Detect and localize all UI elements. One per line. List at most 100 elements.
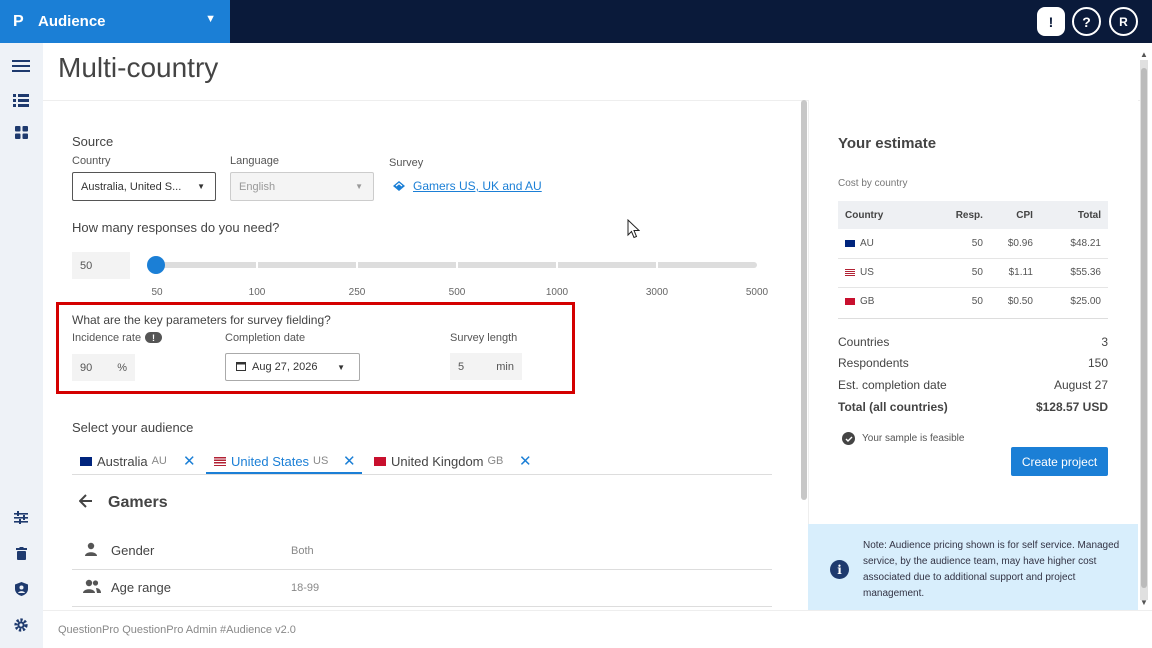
language-select[interactable]: English ▼ [230, 172, 374, 201]
attribute-name: Age range [111, 580, 171, 595]
responses-slider-thumb[interactable] [147, 256, 165, 274]
scrollbar-thumb[interactable] [1141, 68, 1147, 588]
table-row: US 50 $1.11 $55.36 [838, 258, 1108, 288]
survey-length-value: 5 [458, 360, 465, 373]
fielding-question: What are the key parameters for survey f… [72, 313, 331, 327]
chevron-down-icon: ▼ [337, 362, 345, 372]
country-label: Country [72, 155, 111, 167]
us-flag-icon [214, 456, 226, 466]
person-icon [84, 542, 100, 558]
australia-flag-icon [80, 456, 92, 466]
tab-australia[interactable]: Australia AU ✕ [80, 449, 196, 473]
survey-length-input[interactable]: 5 min [450, 353, 522, 380]
tab-code: GB [487, 455, 504, 467]
table-cell: 50 [928, 229, 983, 259]
gear-icon[interactable] [12, 616, 30, 634]
people-icon [82, 579, 101, 595]
close-icon[interactable]: ✕ [343, 452, 356, 470]
scroll-up-arrow-icon[interactable]: ▲ [1140, 50, 1148, 59]
incidence-input[interactable]: 90 % [72, 354, 135, 381]
slider-tick-label: 1000 [545, 287, 569, 298]
page-scrollbar[interactable] [1140, 60, 1148, 600]
us-flag-icon [845, 268, 855, 276]
tab-label: Australia [97, 453, 148, 469]
language-select-value: English [239, 180, 276, 193]
survey-link[interactable]: Gamers US, UK and AU [413, 179, 542, 193]
pricing-note: i Note: Audience pricing shown is for se… [808, 524, 1138, 610]
info-icon: i [830, 560, 849, 579]
help-icon[interactable]: ? [1072, 7, 1101, 36]
table-cell: 50 [971, 296, 983, 308]
page-title: Multi-country [58, 52, 219, 83]
survey-length-unit: min [496, 360, 514, 373]
tab-united-states[interactable]: United States US ✕ [214, 449, 356, 473]
attribute-row[interactable]: Age range 18-99 [72, 570, 772, 607]
language-label: Language [230, 155, 279, 167]
completion-date-value: Aug 27, 2026 [252, 361, 318, 373]
table-cell: US [838, 258, 929, 288]
pricing-note-text: Note: Audience pricing shown is for self… [863, 540, 1120, 599]
list-icon[interactable] [12, 91, 30, 109]
table-cell: AU [838, 229, 929, 259]
summary-label: Countries [838, 335, 890, 349]
slider-tick-label: 3000 [645, 287, 669, 298]
app-logo: P [13, 12, 24, 30]
incidence-value: 90 [80, 361, 93, 374]
cost-table: Country Resp. CPI Total AU 50 $0.96 $48.… [838, 201, 1108, 316]
create-project-button[interactable]: Create project [1011, 447, 1108, 476]
close-icon[interactable]: ✕ [183, 452, 196, 470]
table-cell: $1.11 [982, 258, 1033, 288]
filter-settings-icon[interactable] [12, 508, 30, 526]
attribute-value: Both [291, 545, 314, 557]
tab-label: United Kingdom [391, 453, 484, 469]
user-avatar[interactable]: R [1109, 7, 1138, 36]
feasibility-status: Your sample is feasible [842, 432, 964, 445]
close-icon[interactable]: ✕ [519, 452, 532, 470]
country-select[interactable]: Australia, United S... ▼ [72, 172, 216, 201]
column-header: Total [1032, 201, 1108, 229]
column-header: CPI [982, 201, 1033, 229]
scroll-down-arrow-icon[interactable]: ▼ [1140, 598, 1148, 607]
summary-row: Countries 3 [838, 335, 1108, 349]
responses-input[interactable]: 50 [72, 252, 130, 279]
summary-value: 150 [1087, 356, 1108, 370]
slider-tick-label: 100 [248, 287, 266, 298]
trash-icon[interactable] [12, 544, 30, 562]
top-bar: P Audience ▼ ! ? R [0, 0, 1152, 43]
main-scrollbar[interactable] [801, 100, 807, 500]
column-header: Country [838, 201, 929, 229]
uk-flag-icon [845, 298, 855, 306]
table-cell: $55.36 [1032, 258, 1108, 288]
info-badge-icon[interactable]: ! [145, 332, 162, 343]
completion-date-picker[interactable]: Aug 27, 2026 ▼ [225, 353, 360, 381]
footer-text: QuestionPro QuestionPro Admin #Audience … [58, 623, 296, 636]
slider-tick [356, 262, 358, 268]
tab-code: US [313, 455, 329, 467]
feasibility-text: Your sample is feasible [862, 433, 965, 444]
app-switcher[interactable]: P Audience ▼ [0, 0, 230, 43]
table-cell: $0.50 [1007, 296, 1033, 308]
menu-icon[interactable] [12, 57, 30, 75]
tab-united-kingdom[interactable]: United Kingdom GB ✕ [374, 449, 532, 473]
back-arrow-icon[interactable] [78, 494, 93, 513]
check-circle-icon [842, 432, 855, 445]
attribute-row[interactable]: Gender Both [72, 533, 772, 570]
table-header-row: Country Resp. CPI Total [838, 201, 1108, 229]
incidence-unit: % [117, 361, 127, 374]
attribute-name: Gender [111, 543, 155, 558]
summary-row: Est. completion date August 27 [838, 378, 1108, 392]
feedback-icon[interactable]: ! [1037, 7, 1065, 36]
survey-length-label: Survey length [450, 332, 518, 344]
table-row: GB 50 $0.50 $25.00 [838, 287, 1108, 316]
tab-divider [72, 474, 772, 475]
summary-label: Total (all countries) [838, 400, 948, 414]
slider-tick-label: 5000 [745, 287, 769, 298]
summary-value: 3 [1101, 335, 1108, 349]
completion-label: Completion date [225, 332, 306, 344]
summary-row: Respondents 150 [838, 356, 1108, 370]
dashboard-icon[interactable] [12, 123, 30, 141]
australia-flag-icon [845, 239, 855, 247]
slider-tick [556, 262, 558, 268]
shield-user-icon[interactable] [12, 580, 30, 598]
chevron-down-icon: ▼ [355, 182, 363, 191]
